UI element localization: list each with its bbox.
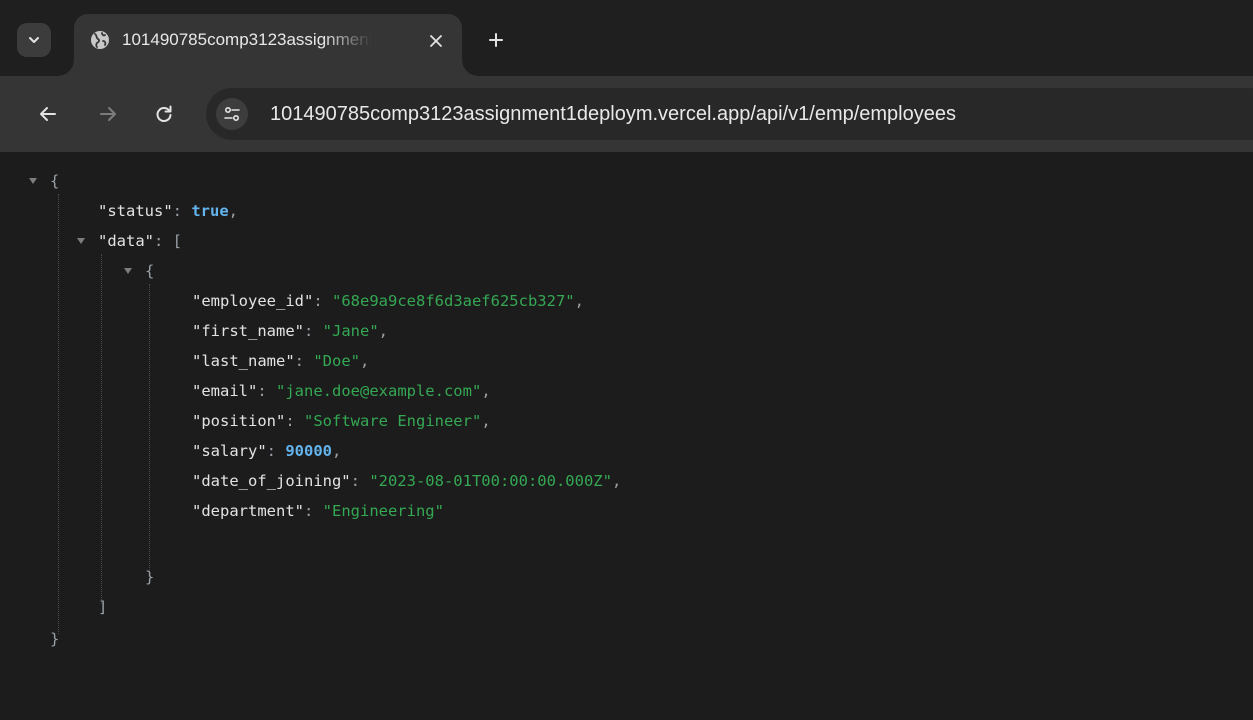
tune-icon xyxy=(224,106,240,122)
tab-title: 101490785comp3123assignment1deploym.verc… xyxy=(122,30,372,49)
plus-icon xyxy=(489,33,503,47)
tab-search-button[interactable] xyxy=(17,23,51,57)
back-button[interactable] xyxy=(34,100,62,128)
json-key: "status" xyxy=(98,202,173,220)
collapse-toggle[interactable] xyxy=(74,226,88,256)
reload-button[interactable] xyxy=(150,100,178,128)
array-close-bracket: ] xyxy=(98,598,108,616)
json-row: "salary": 90000, xyxy=(192,442,342,460)
collapse-toggle[interactable] xyxy=(121,256,135,286)
json-value: "Doe" xyxy=(313,352,360,370)
json-value: "Software Engineer" xyxy=(304,412,482,430)
indent-guide xyxy=(101,254,102,604)
triangle-down-icon xyxy=(77,238,85,244)
object-open-brace: { xyxy=(145,262,155,280)
json-row: "first_name": "Jane", xyxy=(192,322,388,340)
json-value: "68e9a9ce8f6d3aef625cb327" xyxy=(332,292,575,310)
reload-icon xyxy=(156,105,172,122)
json-viewer: { "status": true, "data": [ { "employee_… xyxy=(0,152,1253,720)
json-row: "date_of_joining": "2023-08-01T00:00:00.… xyxy=(192,472,622,490)
indent-guide xyxy=(58,194,59,634)
json-key: "position" xyxy=(192,412,286,430)
json-key: "first_name" xyxy=(192,322,304,340)
url-text[interactable]: 101490785comp3123assignment1deploym.verc… xyxy=(270,102,956,126)
json-row-status: "status": true, xyxy=(98,202,238,220)
site-info-button[interactable] xyxy=(216,98,248,130)
root-open-brace: { xyxy=(50,172,60,190)
json-key: "employee_id" xyxy=(192,292,314,310)
json-value: "Engineering" xyxy=(322,502,444,520)
json-key: "data" xyxy=(98,232,154,250)
json-key: "email" xyxy=(192,382,258,400)
globe-icon xyxy=(91,31,109,49)
json-key: "salary" xyxy=(192,442,267,460)
json-row: "email": "jane.doe@example.com", xyxy=(192,382,491,400)
close-icon xyxy=(430,35,442,47)
json-value: "jane.doe@example.com" xyxy=(276,382,482,400)
json-value: "2023-08-01T00:00:00.000Z" xyxy=(369,472,612,490)
json-row: "employee_id": "68e9a9ce8f6d3aef625cb327… xyxy=(192,292,584,310)
tab-active[interactable]: 101490785comp3123assignment1deploym.verc… xyxy=(58,14,478,76)
arrow-left-icon xyxy=(40,107,56,121)
json-value: true xyxy=(191,202,229,220)
json-key: "last_name" xyxy=(192,352,295,370)
triangle-down-icon xyxy=(29,178,37,184)
collapse-toggle[interactable] xyxy=(26,166,40,196)
root-close-brace: } xyxy=(50,630,60,648)
tab-strip: 101490785comp3123assignment1deploym.verc… xyxy=(0,0,1253,76)
json-key: "department" xyxy=(192,502,304,520)
address-bar[interactable]: 101490785comp3123assignment1deploym.verc… xyxy=(206,88,1253,140)
json-row-data: "data": [ xyxy=(98,232,182,250)
json-row: "last_name": "Doe", xyxy=(192,352,370,370)
json-row: "department": "Engineering" xyxy=(192,502,444,520)
json-key: "date_of_joining" xyxy=(192,472,351,490)
json-row: "position": "Software Engineer", xyxy=(192,412,491,430)
object-close-brace: } xyxy=(145,568,155,586)
forward-button[interactable] xyxy=(94,100,122,128)
arrow-right-icon xyxy=(100,107,116,121)
triangle-down-icon xyxy=(124,268,132,274)
browser-toolbar: 101490785comp3123assignment1deploym.verc… xyxy=(0,76,1253,152)
json-value: 90000 xyxy=(285,442,332,460)
tab-close-button[interactable] xyxy=(424,29,448,53)
json-value: "Jane" xyxy=(322,322,379,340)
chevron-down-icon xyxy=(29,37,39,43)
indent-guide xyxy=(149,284,150,574)
new-tab-button[interactable] xyxy=(482,26,510,54)
